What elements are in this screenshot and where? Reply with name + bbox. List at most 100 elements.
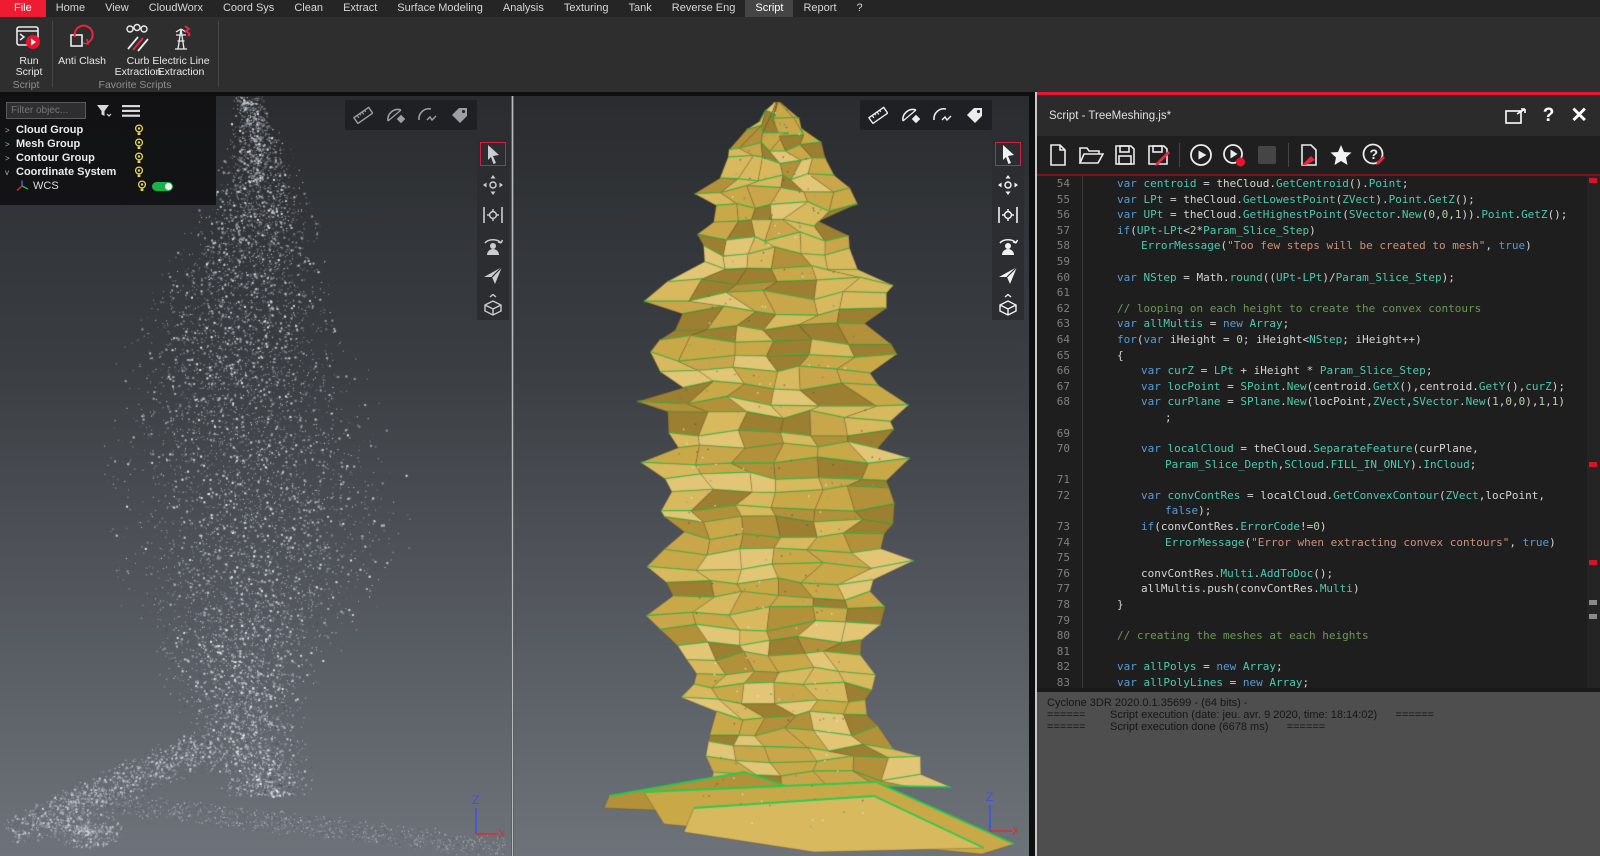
code-line[interactable]: 60var NStep = Math.round((UPt-LPt)/Param… — [1037, 270, 1600, 286]
menu-tab--[interactable]: ? — [847, 0, 873, 17]
menu-tab-clean[interactable]: Clean — [284, 0, 333, 17]
menu-tab-view[interactable]: View — [95, 0, 139, 17]
menu-tab-reverse-eng[interactable]: Reverse Eng — [662, 0, 746, 17]
error-mark[interactable] — [1589, 178, 1597, 183]
script-document-icon[interactable] — [1298, 143, 1320, 167]
line-number[interactable]: 57 — [1037, 223, 1083, 239]
line-number[interactable]: 82 — [1037, 659, 1083, 675]
menu-tab-texturing[interactable]: Texturing — [554, 0, 619, 17]
save-script-icon[interactable] — [1113, 143, 1137, 167]
menu-tab-cloudworx[interactable]: CloudWorx — [139, 0, 213, 17]
code-line[interactable]: 72var convContRes = localCloud.GetConvex… — [1037, 488, 1600, 504]
wcs-active-toggle[interactable] — [152, 182, 173, 191]
code-line[interactable]: 66var curZ = LPt + iHeight * Param_Slice… — [1037, 363, 1600, 379]
code-line[interactable]: 61 — [1037, 285, 1600, 301]
run-script-button[interactable]: Run Script — [6, 23, 52, 78]
code-line[interactable]: 81 — [1037, 644, 1600, 660]
line-number[interactable]: 71 — [1037, 472, 1083, 488]
open-script-icon[interactable] — [1078, 143, 1104, 167]
line-number[interactable]: 56 — [1037, 207, 1083, 223]
menu-tab-report[interactable]: Report — [793, 0, 846, 17]
angle-curve-icon[interactable] — [417, 106, 437, 124]
code-line[interactable]: 80// creating the meshes at each heights — [1037, 628, 1600, 644]
info-mark[interactable] — [1589, 614, 1597, 619]
angle-measure-icon[interactable] — [900, 106, 920, 124]
menu-tab-script[interactable]: Script — [745, 0, 793, 17]
code-line[interactable]: 75 — [1037, 550, 1600, 566]
error-mark[interactable] — [1589, 462, 1597, 467]
viewport-mesh[interactable] — [514, 96, 1029, 856]
menu-tab-tank[interactable]: Tank — [619, 0, 662, 17]
line-number[interactable]: 78 — [1037, 597, 1083, 613]
tree-item-cloud-group[interactable]: > Cloud Group — [0, 123, 216, 137]
menu-tab-coord-sys[interactable]: Coord Sys — [213, 0, 284, 17]
code-line[interactable]: 74ErrorMessage("Error when extracting co… — [1037, 535, 1600, 551]
annotation-gutter[interactable] — [1587, 176, 1600, 688]
line-number[interactable]: 70 — [1037, 441, 1083, 457]
fly-mode-icon[interactable] — [481, 264, 505, 286]
code-line[interactable]: 82var allPolys = new Array; — [1037, 659, 1600, 675]
tree-item-contour-group[interactable]: > Contour Group — [0, 151, 216, 165]
menu-tab-analysis[interactable]: Analysis — [493, 0, 554, 17]
label-tag-icon[interactable] — [964, 106, 984, 124]
code-editor[interactable]: 54var centroid = theCloud.GetCentroid().… — [1037, 176, 1600, 688]
line-number[interactable]: 55 — [1037, 192, 1083, 208]
code-line[interactable]: Param_Slice_Depth,SCloud.FILL_IN_ONLY).I… — [1037, 457, 1600, 473]
line-number[interactable]: 73 — [1037, 519, 1083, 535]
menu-tab-home[interactable]: Home — [46, 0, 95, 17]
ruler-icon[interactable] — [868, 106, 888, 124]
line-number[interactable]: 63 — [1037, 316, 1083, 332]
line-number[interactable] — [1037, 410, 1083, 426]
line-number[interactable]: 67 — [1037, 379, 1083, 395]
visibility-bulb-icon[interactable] — [137, 180, 147, 192]
line-number[interactable]: 76 — [1037, 566, 1083, 582]
mesh-render[interactable] — [514, 96, 1029, 856]
angle-curve-icon[interactable] — [932, 106, 952, 124]
cursor-select-icon[interactable] — [480, 142, 506, 166]
code-line[interactable]: 70var localCloud = theCloud.SeparateFeat… — [1037, 441, 1600, 457]
visibility-bulb-icon[interactable] — [134, 166, 144, 178]
code-line[interactable]: 69 — [1037, 426, 1600, 442]
line-number[interactable]: 74 — [1037, 535, 1083, 551]
line-number[interactable]: 65 — [1037, 348, 1083, 364]
zoom-fit-icon[interactable] — [481, 204, 505, 226]
code-line[interactable]: 65{ — [1037, 348, 1600, 364]
run-icon[interactable] — [1189, 143, 1213, 167]
expand-icon[interactable]: > — [5, 126, 16, 135]
tree-item-coordinate-system[interactable]: v Coordinate System — [0, 165, 216, 179]
code-line[interactable]: 77allMultis.push(convContRes.Multi) — [1037, 581, 1600, 597]
code-line[interactable]: 58ErrorMessage("Too few steps will be cr… — [1037, 238, 1600, 254]
code-line[interactable]: false); — [1037, 503, 1600, 519]
tree-item-wcs[interactable]: WCS — [0, 179, 216, 193]
line-number[interactable]: 64 — [1037, 332, 1083, 348]
line-number[interactable]: 66 — [1037, 363, 1083, 379]
line-number[interactable]: 59 — [1037, 254, 1083, 270]
zoom-fit-icon[interactable] — [996, 204, 1020, 226]
orbit-icon[interactable] — [996, 174, 1020, 196]
filter-icon[interactable] — [96, 104, 112, 118]
view-cube-icon[interactable] — [481, 294, 505, 316]
undock-window-icon[interactable] — [1505, 108, 1527, 124]
expand-icon[interactable]: > — [5, 140, 16, 149]
code-line[interactable]: 63var allMultis = new Array; — [1037, 316, 1600, 332]
line-number[interactable]: 75 — [1037, 550, 1083, 566]
code-line[interactable]: 57if(UPt-LPt<2*Param_Slice_Step) — [1037, 223, 1600, 239]
line-number[interactable]: 60 — [1037, 270, 1083, 286]
close-icon[interactable]: ✕ — [1570, 107, 1588, 125]
visibility-bulb-icon[interactable] — [134, 124, 144, 136]
cursor-select-icon[interactable] — [995, 142, 1021, 166]
info-mark[interactable] — [1589, 600, 1597, 605]
line-number[interactable]: 68 — [1037, 394, 1083, 410]
line-number[interactable]: 54 — [1037, 176, 1083, 192]
code-line[interactable]: ; — [1037, 410, 1600, 426]
label-tag-icon[interactable] — [449, 106, 469, 124]
menu-tab-file[interactable]: File — [0, 0, 46, 17]
line-number[interactable]: 83 — [1037, 675, 1083, 688]
orbit-icon[interactable] — [481, 174, 505, 196]
error-mark[interactable] — [1589, 560, 1597, 565]
code-line[interactable]: 68var curPlane = SPlane.New(locPoint,ZVe… — [1037, 394, 1600, 410]
code-line[interactable]: 56var UPt = theCloud.GetHighestPoint(SVe… — [1037, 207, 1600, 223]
visibility-bulb-icon[interactable] — [134, 152, 144, 164]
line-number[interactable] — [1037, 457, 1083, 473]
favorite-star-icon[interactable] — [1329, 143, 1353, 167]
